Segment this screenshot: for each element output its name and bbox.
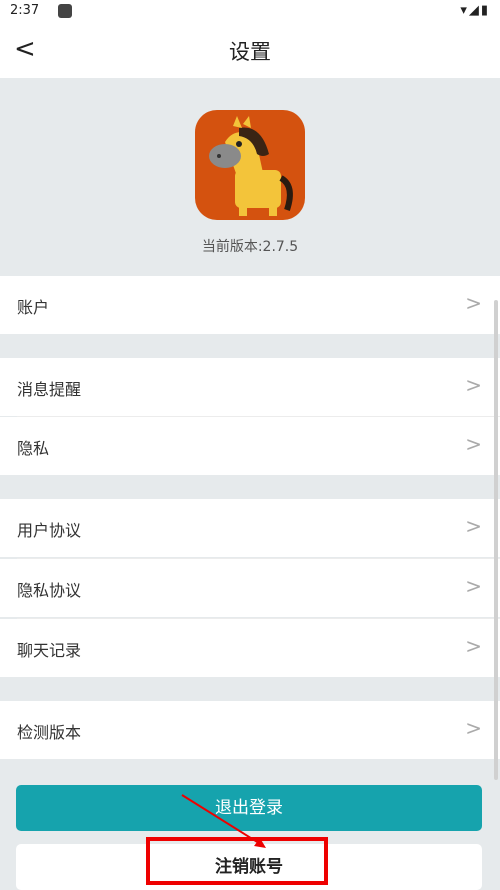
chevron-right-icon: > (465, 291, 482, 315)
app-info-section: 当前版本:2.7.5 (0, 78, 500, 274)
menu-item-privacy-agreement[interactable]: 隐私协议 > (0, 559, 500, 617)
chevron-right-icon: > (465, 574, 482, 598)
menu-item-notifications[interactable]: 消息提醒 > (0, 358, 500, 416)
status-time: 2:37 (10, 3, 40, 18)
highlight-box (146, 837, 328, 885)
status-bar: 2:37 ▾◢▮ (0, 0, 500, 22)
app-logo (195, 110, 305, 220)
menu-item-label: 隐私协议 (17, 581, 82, 600)
chevron-right-icon: > (465, 514, 482, 538)
menu-item-label: 聊天记录 (17, 641, 82, 660)
chevron-right-icon: > (465, 634, 482, 658)
menu-item-label: 账户 (17, 298, 50, 317)
logout-button[interactable]: 退出登录 (16, 785, 482, 831)
top-bar: < 设置 (0, 22, 500, 78)
chevron-right-icon: > (465, 716, 482, 740)
version-text: 当前版本:2.7.5 (201, 239, 299, 255)
notification-icon (58, 4, 72, 18)
chevron-right-icon: > (465, 373, 482, 397)
chevron-right-icon: > (465, 432, 482, 456)
signal-battery-icon: ▾◢▮ (460, 3, 490, 18)
menu-item-check-version[interactable]: 检测版本 > (0, 701, 500, 759)
page-title: 设置 (229, 40, 271, 64)
menu-item-label: 消息提醒 (17, 380, 82, 399)
menu-item-privacy[interactable]: 隐私 > (0, 417, 500, 475)
menu-item-user-agreement[interactable]: 用户协议 > (0, 499, 500, 557)
menu-item-label: 隐私 (17, 439, 50, 458)
menu-item-chat-history[interactable]: 聊天记录 > (0, 619, 500, 677)
horse-logo-icon (209, 116, 293, 216)
menu-item-account[interactable]: 账户 > (0, 276, 500, 334)
menu-item-label: 用户协议 (17, 521, 82, 540)
scrollbar[interactable] (494, 300, 498, 780)
menu-item-label: 检测版本 (17, 723, 82, 742)
